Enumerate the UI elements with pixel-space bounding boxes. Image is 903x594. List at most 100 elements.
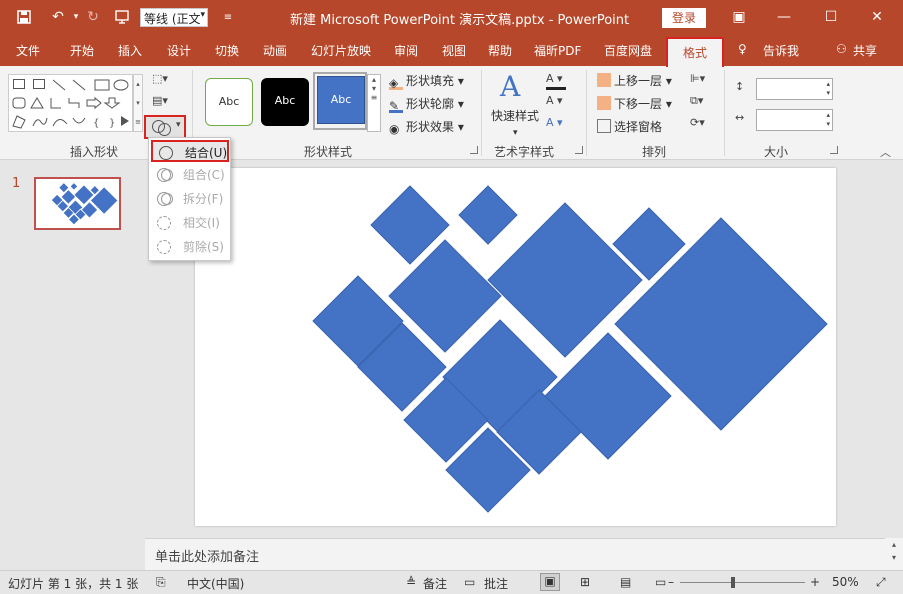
tab-format[interactable]: 格式	[666, 37, 724, 67]
merge-shapes-button[interactable]: ▾	[144, 115, 186, 139]
slide-canvas[interactable]	[195, 168, 836, 526]
ribbon-tabs: 文件 开始 插入 设计 切换 动画 幻灯片放映 审阅 视图 帮助 福昕PDF 百…	[0, 34, 903, 66]
shape-fill-button[interactable]: ◈ 形状填充 ▾	[389, 72, 464, 90]
vertical-textbox-shape-icon[interactable]	[33, 79, 45, 89]
tab-foxit-pdf[interactable]: 福昕PDF	[534, 42, 581, 59]
size-launcher-icon[interactable]	[830, 146, 838, 154]
tab-insert[interactable]: 插入	[118, 42, 142, 59]
tab-slideshow[interactable]: 幻灯片放映	[311, 42, 371, 59]
slide-thumbnail-pane: 1	[0, 160, 145, 570]
pencil-icon: ✎	[389, 99, 403, 113]
tab-animations[interactable]: 动画	[263, 42, 287, 59]
notes-pane[interactable]: 单击此处添加备注	[145, 538, 885, 570]
minimize-icon[interactable]: —	[773, 6, 795, 28]
chevron-down-icon: ▾	[176, 120, 181, 130]
ribbon-display-icon[interactable]: ▣	[728, 6, 750, 28]
bring-forward-button[interactable]: 上移一层 ▾	[597, 72, 672, 90]
menu-item-fragment[interactable]: 拆分(F)	[151, 188, 229, 210]
slideshow-view-icon[interactable]: ▭	[655, 575, 666, 589]
shape-gallery[interactable]: {}	[8, 74, 133, 132]
text-outline-icon[interactable]: A ▾	[546, 94, 566, 112]
textbox-shape-icon[interactable]	[13, 79, 25, 89]
normal-view-icon[interactable]: ▣	[540, 573, 560, 591]
zoom-level[interactable]: 50%	[832, 575, 859, 589]
group-label-wordart: 艺术字样式	[494, 145, 555, 159]
style-preset-dark[interactable]: Abc	[261, 78, 309, 126]
login-button[interactable]: 登录	[662, 8, 706, 28]
intersect-icon	[157, 216, 171, 230]
selection-pane-button[interactable]: 选择窗格	[597, 118, 662, 136]
customize-toolbar-icon[interactable]: ≡	[218, 7, 238, 27]
quick-styles-button[interactable]: 快速样式 ▾	[491, 107, 539, 138]
fit-slide-icon[interactable]: ⤢	[876, 575, 886, 590]
menu-item-union[interactable]: 结合(U)	[151, 140, 229, 162]
align-icon[interactable]: ⊫▾	[690, 72, 710, 90]
tab-home[interactable]: 开始	[70, 42, 94, 59]
style-gallery-scroll[interactable]: ▴ ▾ ≡	[367, 74, 381, 132]
zoom-slider-thumb[interactable]	[731, 577, 735, 588]
slide-number: 1	[12, 176, 21, 191]
collapse-ribbon-icon[interactable]: ︿	[880, 144, 891, 160]
spinner-icon[interactable]: ▴ ▾	[826, 111, 830, 129]
language-status[interactable]: 中文(中国)	[187, 575, 244, 592]
shape-effects-button[interactable]: ◉ 形状效果 ▾	[389, 118, 464, 136]
tell-me-search[interactable]: 告诉我	[763, 42, 799, 59]
group-icon[interactable]: ⧉▾	[690, 94, 710, 112]
edit-shape-icon[interactable]: ⬚▾	[152, 72, 172, 90]
menu-item-intersect[interactable]: 相交(I)	[151, 212, 229, 234]
shape-width-input[interactable]: ▴ ▾	[756, 109, 833, 131]
send-backward-button[interactable]: 下移一层 ▾	[597, 95, 672, 113]
shape-height-input[interactable]: ▴ ▾	[756, 78, 833, 100]
wordart-launcher-icon[interactable]	[575, 146, 583, 154]
zoom-out-icon[interactable]: –	[668, 575, 674, 589]
slide-sorter-icon[interactable]: ⊞	[580, 575, 590, 589]
rotate-icon[interactable]: ⟳▾	[690, 116, 710, 134]
close-icon[interactable]: ✕	[866, 6, 888, 28]
svg-text:}: }	[109, 118, 115, 129]
user-icon: ⚇	[836, 42, 847, 56]
textbox-insert-icon[interactable]: ▤▾	[152, 94, 172, 112]
spinner-icon[interactable]: ▴ ▾	[826, 80, 830, 98]
freeform-shapes-icon[interactable]: {}	[11, 114, 131, 130]
notes-toggle-button[interactable]: 备注	[423, 575, 447, 592]
font-name-box[interactable]: 等线 (正文 ▾	[140, 8, 208, 27]
zoom-in-icon[interactable]: +	[810, 575, 820, 589]
maximize-icon[interactable]: ☐	[820, 6, 842, 28]
zoom-slider[interactable]	[680, 582, 805, 583]
tab-baidu-netdisk[interactable]: 百度网盘	[604, 42, 652, 59]
spellcheck-icon[interactable]: ⎘	[156, 575, 166, 590]
group-label-arrange: 排列	[642, 145, 667, 159]
menu-item-combine[interactable]: 组合(C)	[151, 164, 229, 186]
text-fill-icon[interactable]: A ▾	[546, 72, 566, 90]
save-icon[interactable]	[14, 7, 34, 27]
basic-shapes-icon[interactable]	[11, 96, 131, 110]
text-effects-icon[interactable]: A ▾	[546, 116, 566, 134]
thumbnail-shapes	[50, 182, 119, 226]
style-preset-outline[interactable]: Abc	[205, 78, 253, 126]
tab-file[interactable]: 文件	[16, 42, 40, 59]
presenter-icon[interactable]	[112, 7, 132, 27]
send-backward-icon	[597, 96, 611, 110]
slide-thumbnail[interactable]	[34, 177, 121, 230]
merge-shapes-menu: 结合(U) 组合(C) 拆分(F) 相交(I) 剪除(S)	[148, 137, 231, 261]
tab-design[interactable]: 设计	[167, 42, 191, 59]
shape-styles-launcher-icon[interactable]	[470, 146, 478, 154]
share-button[interactable]: 共享	[853, 42, 877, 59]
comments-button[interactable]: 批注	[484, 575, 508, 592]
tab-transitions[interactable]: 切换	[215, 42, 239, 59]
bring-forward-icon	[597, 73, 611, 87]
ribbon: {} ▴ ▾ ≡ ⬚▾ ▤▾ ▾ 插入形状 Abc Abc Abc ▴ ▾ ≡ ◈ 形状填…	[0, 66, 903, 160]
tab-help[interactable]: 帮助	[488, 42, 512, 59]
group-label-insert-shapes: 插入形状	[70, 145, 119, 159]
line-shapes-icon[interactable]	[51, 78, 131, 92]
reading-view-icon[interactable]: ▤	[620, 575, 631, 589]
tab-view[interactable]: 视图	[442, 42, 466, 59]
undo-icon[interactable]: ↶	[48, 7, 68, 27]
tab-review[interactable]: 审阅	[394, 42, 418, 59]
shape-gallery-scroll[interactable]: ▴ ▾ ≡	[133, 74, 143, 132]
shape-outline-button[interactable]: ✎ 形状轮廓 ▾	[389, 95, 464, 113]
vertical-scrollbar[interactable]: ▴ ▾	[885, 538, 903, 570]
style-preset-blue[interactable]: Abc	[317, 76, 365, 124]
redo-icon[interactable]: ↻	[83, 7, 103, 27]
menu-item-subtract[interactable]: 剪除(S)	[151, 236, 229, 258]
